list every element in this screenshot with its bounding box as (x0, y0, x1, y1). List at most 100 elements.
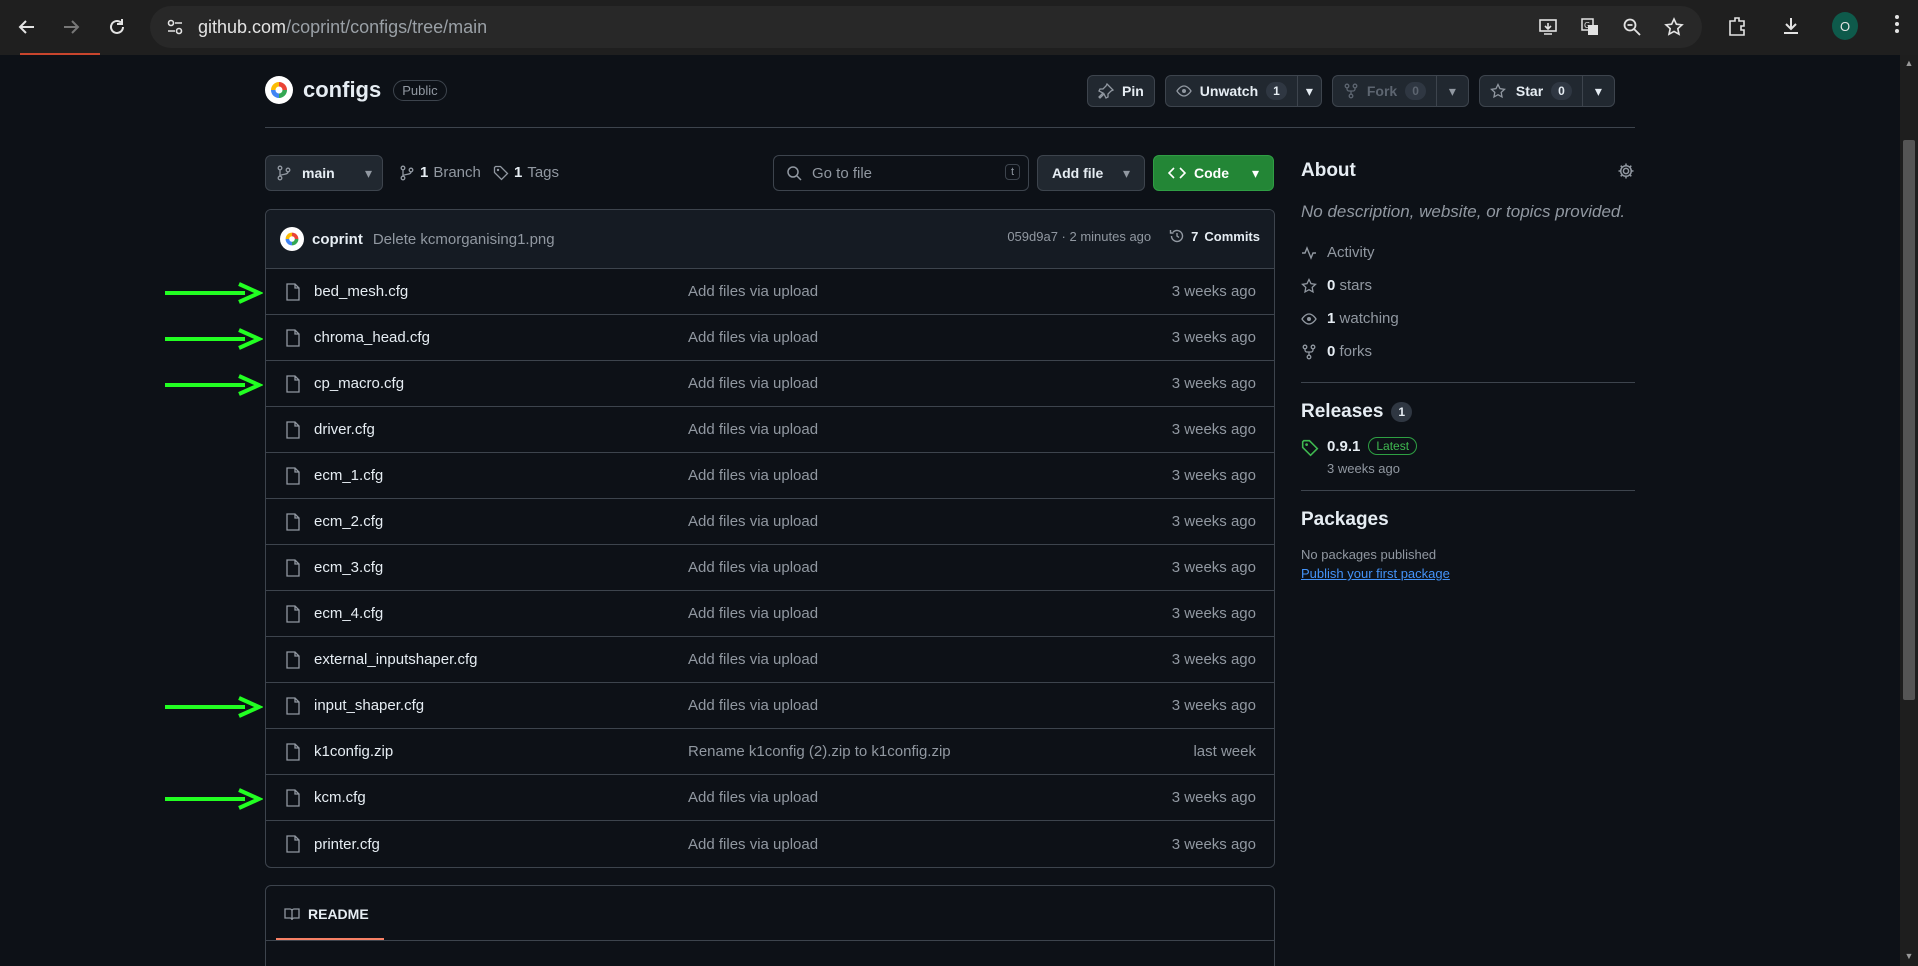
translate-icon[interactable]: G (1578, 15, 1602, 39)
url-host: github.com (198, 16, 287, 37)
stars-label: stars (1339, 277, 1373, 294)
file-time: 3 weeks ago (1171, 835, 1256, 853)
file-row[interactable]: input_shaper.cfg Add files via upload 3 we… (266, 683, 1274, 729)
bookmark-star-icon[interactable] (1662, 15, 1686, 39)
commit-message[interactable]: Delete kcmorganising1.png (373, 231, 555, 248)
forks-link[interactable]: 0 forks (1301, 335, 1635, 368)
readme-tab[interactable]: README (284, 906, 369, 922)
file-row[interactable]: bed_mesh.cfg Add files via upload 3 weeks … (266, 269, 1274, 315)
file-name[interactable]: k1config.zip (314, 743, 393, 760)
releases-title[interactable]: Releases 1 (1301, 401, 1635, 423)
publish-package-link[interactable]: Publish your first package (1301, 566, 1635, 581)
stars-link[interactable]: 0 stars (1301, 269, 1635, 302)
file-row[interactable]: printer.cfg Add files via upload 3 weeks a… (266, 821, 1274, 867)
scroll-down-icon[interactable]: ▼ (1903, 951, 1915, 963)
file-row[interactable]: chroma_head.cfg Add files via upload 3 wee… (266, 315, 1274, 361)
file-row[interactable]: ecm_3.cfg Add files via upload 3 weeks ago (266, 545, 1274, 591)
scroll-thumb[interactable] (1903, 140, 1915, 700)
scroll-up-icon[interactable]: ▲ (1903, 58, 1915, 70)
file-commit-message[interactable]: Add files via upload (688, 605, 818, 622)
install-app-icon[interactable] (1536, 15, 1560, 39)
about-title: About (1301, 160, 1356, 181)
file-name[interactable]: bed_mesh.cfg (314, 283, 408, 300)
file-name[interactable]: kcm.cfg (314, 789, 366, 806)
latest-release[interactable]: 0.9.1 Latest 3 weeks ago (1301, 437, 1635, 476)
watching-link[interactable]: 1 watching (1301, 302, 1635, 335)
fork-button[interactable]: Fork 0 ▾ (1331, 75, 1469, 107)
file-commit-message[interactable]: Rename k1config (2).zip to k1config.zip (688, 743, 951, 760)
commit-author[interactable]: coprint (312, 231, 363, 248)
pulse-icon (1302, 245, 1316, 260)
commit-author-avatar[interactable] (280, 227, 304, 251)
repo-name[interactable]: configs (303, 77, 381, 103)
file-row[interactable]: k1config.zip Rename k1config (2).zip to k… (266, 729, 1274, 775)
file-row[interactable]: kcm.cfg Add files via upload 3 weeks ago (266, 775, 1274, 821)
release-version[interactable]: 0.9.1 (1327, 438, 1360, 455)
commit-hash-time[interactable]: 059d9a7 · 2 minutes ago (1007, 229, 1151, 244)
commits-count: 7 (1191, 228, 1199, 244)
add-file-button[interactable]: Add file ▾ (1037, 155, 1145, 191)
file-commit-message[interactable]: Add files via upload (688, 789, 818, 806)
file-commit-message[interactable]: Add files via upload (688, 467, 818, 484)
file-icon (286, 467, 300, 485)
browser-menu-icon[interactable] (1894, 14, 1900, 40)
file-name[interactable]: external_inputshaper.cfg (314, 651, 477, 668)
file-name[interactable]: chroma_head.cfg (314, 329, 430, 346)
file-row[interactable]: ecm_1.cfg Add files via upload 3 weeks ago (266, 453, 1274, 499)
file-name[interactable]: driver.cfg (314, 421, 375, 438)
branches-link[interactable]: 1 Branch (399, 164, 481, 181)
file-name[interactable]: ecm_3.cfg (314, 559, 383, 576)
repo-owner-avatar[interactable] (265, 76, 293, 104)
star-dropdown-icon[interactable]: ▾ (1581, 76, 1614, 106)
fork-dropdown-icon[interactable]: ▾ (1435, 76, 1468, 106)
file-commit-message[interactable]: Add files via upload (688, 283, 818, 300)
file-name[interactable]: ecm_4.cfg (314, 605, 383, 622)
file-row[interactable]: cp_macro.cfg Add files via upload 3 weeks … (266, 361, 1274, 407)
site-settings-icon[interactable] (164, 16, 186, 38)
pin-label: Pin (1122, 83, 1144, 99)
unwatch-button[interactable]: Unwatch 1 ▾ (1164, 75, 1322, 107)
reload-icon[interactable] (102, 12, 132, 42)
file-name[interactable]: input_shaper.cfg (314, 697, 424, 714)
file-name[interactable]: printer.cfg (314, 836, 380, 853)
back-icon[interactable] (12, 12, 42, 42)
page-scrollbar[interactable]: ▲ ▼ (1900, 55, 1918, 966)
file-row[interactable]: ecm_2.cfg Add files via upload 3 weeks ago (266, 499, 1274, 545)
gear-icon[interactable] (1617, 162, 1635, 184)
file-commit-message[interactable]: Add files via upload (688, 697, 818, 714)
file-commit-message[interactable]: Add files via upload (688, 836, 818, 853)
downloads-icon[interactable] (1778, 12, 1804, 40)
file-name[interactable]: cp_macro.cfg (314, 375, 404, 392)
file-toolbar: main ▾ 1 Branch 1 Tags Go to file t Add … (265, 155, 1275, 191)
extensions-icon[interactable] (1724, 12, 1750, 40)
branch-selector[interactable]: main ▾ (265, 155, 383, 191)
file-name[interactable]: ecm_2.cfg (314, 513, 383, 530)
file-commit-message[interactable]: Add files via upload (688, 513, 818, 530)
file-commit-message[interactable]: Add files via upload (688, 375, 818, 392)
go-to-file-input[interactable]: Go to file t (773, 155, 1029, 191)
file-name[interactable]: ecm_1.cfg (314, 467, 383, 484)
unwatch-dropdown-icon[interactable]: ▾ (1296, 76, 1321, 106)
file-commit-message[interactable]: Add files via upload (688, 559, 818, 576)
file-commit-message[interactable]: Add files via upload (688, 651, 818, 668)
file-icon (286, 605, 300, 623)
activity-link[interactable]: Activity (1301, 236, 1635, 269)
file-icon (286, 835, 300, 853)
file-row[interactable]: driver.cfg Add files via upload 3 weeks ag… (266, 407, 1274, 453)
code-button[interactable]: Code ▾ (1153, 155, 1274, 191)
address-bar[interactable]: github.com/coprint/configs/tree/main G (150, 6, 1702, 48)
file-commit-message[interactable]: Add files via upload (688, 421, 818, 438)
profile-avatar[interactable]: O (1832, 12, 1858, 40)
packages-title[interactable]: Packages (1301, 509, 1635, 531)
tags-link[interactable]: 1 Tags (493, 164, 559, 181)
file-icon (286, 789, 300, 807)
forward-icon[interactable] (56, 12, 86, 42)
commits-link[interactable]: 7 Commits (1169, 228, 1260, 244)
zoom-icon[interactable] (1620, 15, 1644, 39)
star-button[interactable]: Star 0 ▾ (1478, 75, 1615, 107)
pin-button[interactable]: Pin (1087, 75, 1155, 107)
file-row[interactable]: ecm_4.cfg Add files via upload 3 weeks ago (266, 591, 1274, 637)
file-commit-message[interactable]: Add files via upload (688, 329, 818, 346)
header-divider (265, 127, 1635, 128)
file-row[interactable]: external_inputshaper.cfg Add files via up… (266, 637, 1274, 683)
